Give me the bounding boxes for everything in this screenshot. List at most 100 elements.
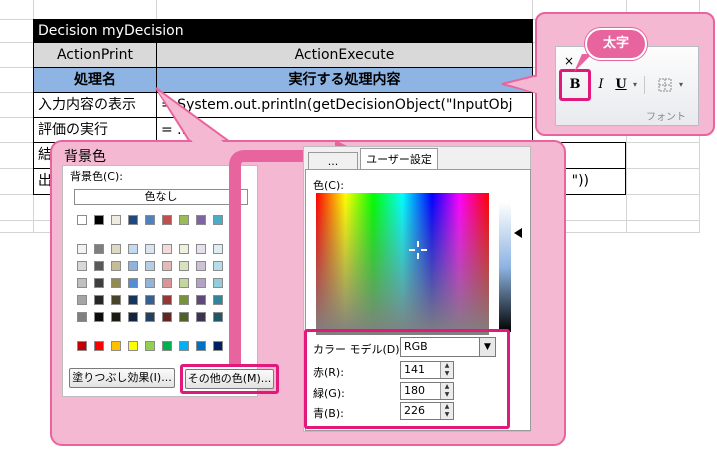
color-swatch[interactable] (162, 244, 172, 254)
color-swatch[interactable] (196, 341, 206, 351)
color-swatch[interactable] (111, 261, 121, 271)
color-swatch[interactable] (213, 312, 223, 322)
row-name-cell[interactable]: 入力内容の表示 (33, 92, 157, 118)
color-swatch[interactable] (213, 261, 223, 271)
color-swatch[interactable] (77, 341, 87, 351)
color-swatch[interactable] (111, 295, 121, 305)
color-swatch[interactable] (94, 261, 104, 271)
color-model-label: カラー モデル(D): (313, 343, 404, 356)
color-swatch[interactable] (196, 312, 206, 322)
blue-stepper[interactable]: 226 ▲ ▼ (400, 402, 454, 420)
color-swatch[interactable] (77, 261, 87, 271)
color-swatch[interactable] (77, 312, 87, 322)
color-swatch[interactable] (213, 215, 223, 225)
color-swatch[interactable] (179, 215, 189, 225)
color-swatch[interactable] (111, 215, 121, 225)
color-swatch[interactable] (111, 312, 121, 322)
chevron-down-icon[interactable]: ▾ (630, 74, 640, 96)
color-swatch[interactable] (128, 261, 138, 271)
green-label: 緑(G): (313, 387, 345, 400)
color-swatch[interactable] (179, 312, 189, 322)
color-swatch[interactable] (94, 244, 104, 254)
color-swatch[interactable] (94, 341, 104, 351)
color-label: 色(C): (313, 179, 344, 192)
color-model-value: RGB (404, 340, 428, 353)
color-swatch[interactable] (145, 312, 155, 322)
color-swatch[interactable] (128, 341, 138, 351)
color-swatch[interactable] (128, 278, 138, 288)
color-swatch[interactable] (94, 278, 104, 288)
chevron-down-icon[interactable]: ▾ (676, 74, 686, 96)
chevron-down-icon[interactable]: ▼ (479, 338, 495, 356)
color-swatch[interactable] (145, 278, 155, 288)
color-swatch[interactable] (213, 278, 223, 288)
color-swatch[interactable] (94, 215, 104, 225)
color-swatch[interactable] (162, 312, 172, 322)
color-swatch[interactable] (162, 215, 172, 225)
color-swatch[interactable] (111, 341, 121, 351)
ribbon-callout-tail-fill (507, 75, 543, 95)
color-swatch[interactable] (111, 278, 121, 288)
luminance-pointer-icon[interactable] (513, 228, 523, 240)
color-swatch[interactable] (196, 295, 206, 305)
color-swatch[interactable] (179, 295, 189, 305)
color-swatch[interactable] (145, 341, 155, 351)
color-swatch[interactable] (77, 295, 87, 305)
color-swatch[interactable] (77, 278, 87, 288)
color-swatch[interactable] (162, 278, 172, 288)
screenshot-root: Decision myDecision ActionPrint ActionEx… (0, 0, 717, 455)
color-swatch[interactable] (196, 261, 206, 271)
color-swatch[interactable] (196, 244, 206, 254)
color-swatch[interactable] (77, 244, 87, 254)
color-swatch[interactable] (196, 215, 206, 225)
color-swatch[interactable] (179, 244, 189, 254)
more-colors-highlight (180, 364, 279, 394)
col-header-actionexecute[interactable]: ActionExecute (156, 42, 533, 68)
col-header-actionprint[interactable]: ActionPrint (33, 42, 157, 68)
color-swatch[interactable] (128, 295, 138, 305)
table-title-cell[interactable]: Decision myDecision (33, 19, 533, 42)
color-swatch[interactable] (145, 295, 155, 305)
callout-title: 背景色 (64, 149, 106, 165)
color-swatch[interactable] (94, 312, 104, 322)
color-swatch[interactable] (162, 295, 172, 305)
underline-button[interactable]: U (614, 74, 628, 96)
color-swatch[interactable] (162, 261, 172, 271)
color-swatch[interactable] (179, 341, 189, 351)
bold-tooltip: 太字 (585, 28, 647, 60)
color-model-select[interactable]: RGB ▼ (400, 337, 496, 357)
spin-arrows-icon[interactable]: ▲ ▼ (440, 403, 453, 419)
spin-arrows-icon[interactable]: ▲ ▼ (440, 362, 453, 378)
color-swatch[interactable] (145, 215, 155, 225)
red-stepper[interactable]: 141 ▲ ▼ (400, 361, 454, 379)
border-icon[interactable] (658, 78, 672, 92)
color-swatch[interactable] (128, 215, 138, 225)
fill-effects-button[interactable]: 塗りつぶし効果(I)... (69, 368, 175, 388)
palette-label: 背景色(C): (70, 170, 123, 183)
italic-button[interactable]: I (594, 74, 608, 96)
header-process-name[interactable]: 処理名 (33, 67, 157, 93)
blue-value: 226 (404, 404, 425, 417)
luminance-slider[interactable] (499, 202, 511, 332)
blue-label: 青(B): (313, 407, 344, 420)
ribbon-separator (644, 76, 645, 94)
color-swatch[interactable] (162, 341, 172, 351)
color-swatch[interactable] (128, 244, 138, 254)
color-swatch[interactable] (213, 244, 223, 254)
color-swatch[interactable] (128, 312, 138, 322)
color-spectrum[interactable] (316, 193, 489, 335)
crosshair-icon (409, 241, 427, 259)
color-swatch[interactable] (145, 244, 155, 254)
color-swatch[interactable] (179, 261, 189, 271)
spin-arrows-icon[interactable]: ▲ ▼ (440, 383, 453, 399)
color-swatch[interactable] (179, 278, 189, 288)
color-swatch[interactable] (213, 341, 223, 351)
green-stepper[interactable]: 180 ▲ ▼ (400, 382, 454, 400)
color-swatch[interactable] (196, 278, 206, 288)
color-swatch[interactable] (213, 295, 223, 305)
color-swatch[interactable] (77, 215, 87, 225)
color-swatch[interactable] (94, 295, 104, 305)
no-fill-button[interactable]: 色なし (74, 189, 248, 205)
color-swatch[interactable] (145, 261, 155, 271)
color-swatch[interactable] (111, 244, 121, 254)
